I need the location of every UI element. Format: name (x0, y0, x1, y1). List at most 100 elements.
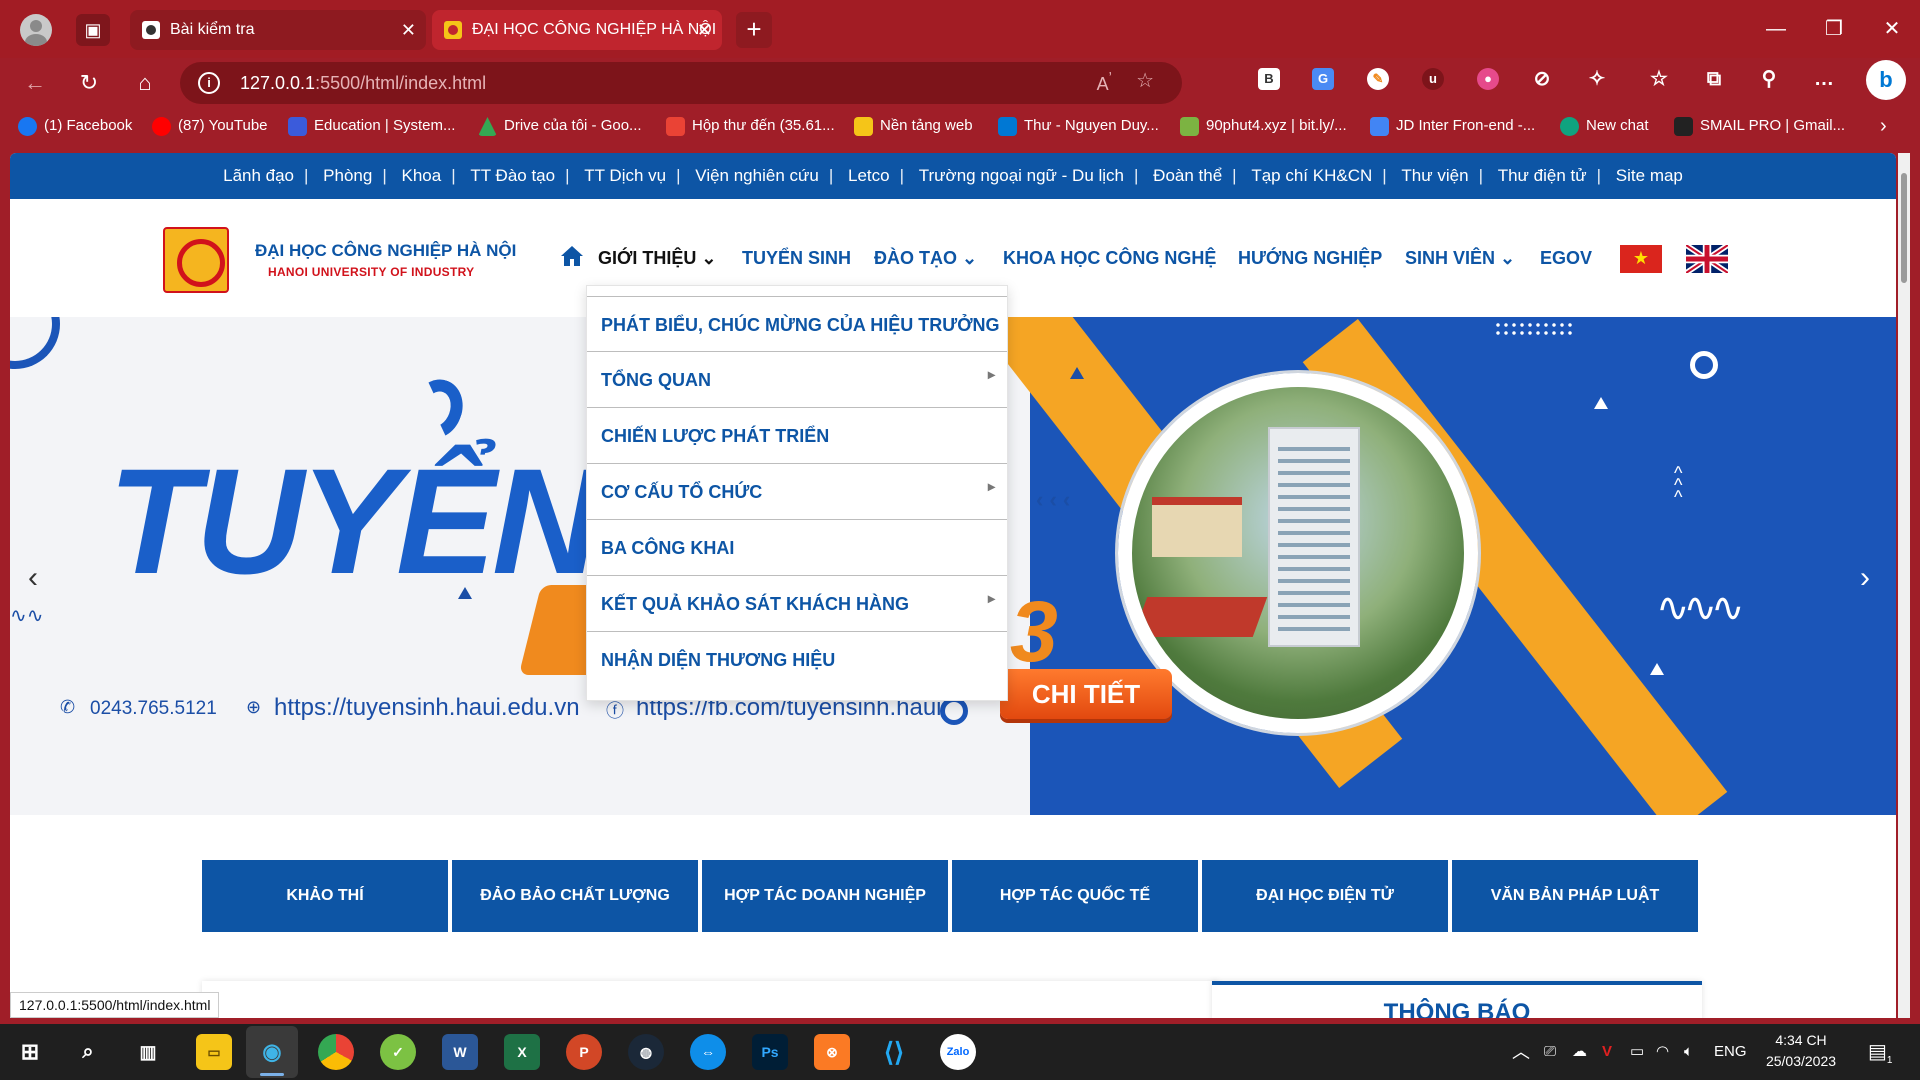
profile-avatar[interactable] (20, 14, 52, 46)
nav-huong-nghiep[interactable]: HƯỚNG NGHIỆP (1238, 199, 1382, 317)
dropdown-item[interactable]: CHIẾN LƯỢC PHÁT TRIỂN (587, 408, 1007, 464)
uk-flag-icon[interactable] (1686, 245, 1728, 273)
top-link[interactable]: Thư viện (1391, 166, 1478, 185)
zalo-icon[interactable]: Zalo (940, 1034, 976, 1070)
page-scrollbar[interactable] (1898, 153, 1910, 1018)
top-link[interactable]: Phòng (313, 166, 382, 185)
bookmark-education[interactable]: Education | System... (288, 108, 455, 144)
extensions-icon[interactable]: ✧ (1586, 68, 1608, 90)
nav-egov[interactable]: EGOV (1540, 199, 1592, 317)
bookmark-smail[interactable]: SMAIL PRO | Gmail... (1674, 108, 1845, 144)
xampp-icon[interactable]: ⊗ (814, 1034, 850, 1070)
quick-link-van-ban-phap-luat[interactable]: VĂN BẢN PHÁP LUẬT (1452, 860, 1698, 932)
back-icon[interactable]: ← (18, 66, 52, 100)
tab-actions-icon[interactable]: ▣ (76, 14, 110, 46)
quick-link-hop-tac-doanh-nghiep[interactable]: HỢP TÁC DOANH NGHIỆP (702, 860, 948, 932)
top-link[interactable]: Thư điện tử (1488, 166, 1597, 185)
word-icon[interactable]: W (442, 1034, 478, 1070)
edge-dev-icon[interactable]: ◉ (254, 1034, 290, 1070)
top-link[interactable]: Viện nghiên cứu (685, 166, 829, 185)
dropdown-item[interactable]: PHÁT BIỂU, CHÚC MỪNG CỦA HIỆU TRƯỞNG (587, 296, 1007, 352)
dropdown-item[interactable]: NHẬN DIỆN THƯƠNG HIỆU (587, 632, 1007, 688)
dropdown-item[interactable]: TỔNG QUAN ▸ (587, 352, 1007, 408)
system-clock[interactable]: 4:34 CH 25/03/2023 (1756, 1030, 1846, 1072)
quick-link-dai-hoc-dien-tu[interactable]: ĐẠI HỌC ĐIỆN TỬ (1202, 860, 1448, 932)
dropdown-item[interactable]: KẾT QUẢ KHẢO SÁT KHÁCH HÀNG ▸ (587, 576, 1007, 632)
home-nav-icon[interactable] (560, 245, 584, 267)
coccoc-icon[interactable]: ✓ (380, 1034, 416, 1070)
search-icon[interactable]: ⌕ (70, 1034, 106, 1070)
bookmark-youtube[interactable]: (87) YouTube (152, 108, 268, 144)
refresh-icon[interactable]: ↻ (72, 66, 106, 100)
top-link[interactable]: Letco (838, 166, 900, 185)
bookmark-90phut[interactable]: 90phut4.xyz | bit.ly/... (1180, 108, 1347, 144)
bookmark-new-chat[interactable]: New chat (1560, 108, 1649, 144)
restore-icon[interactable]: ❐ (1814, 12, 1854, 46)
dropdown-item[interactable]: CƠ CẤU TỔ CHỨC ▸ (587, 464, 1007, 520)
excel-icon[interactable]: X (504, 1034, 540, 1070)
top-link[interactable]: Lãnh đạo (213, 166, 304, 185)
chrome-icon[interactable] (318, 1034, 354, 1070)
bing-chat-icon[interactable]: b (1866, 60, 1906, 100)
ublock-icon[interactable]: u (1422, 68, 1444, 90)
scrollbar-thumb[interactable] (1901, 173, 1907, 283)
quick-link-dam-bao-chat-luong[interactable]: ĐẢO BẢO CHẤT LƯỢNG (452, 860, 698, 932)
tab-bai-kiem-tra[interactable]: Bài kiểm tra ✕ (130, 10, 426, 50)
battery-icon[interactable]: ▭ (1630, 1024, 1644, 1080)
new-tab-button[interactable]: + (736, 12, 772, 48)
top-link[interactable]: Đoàn thể (1143, 166, 1232, 185)
bookmark-drive[interactable]: Drive của tôi - Goo... (478, 108, 642, 144)
performance-icon[interactable]: ⚲ (1758, 68, 1780, 90)
collections-icon[interactable]: ⧉ (1703, 68, 1725, 90)
windows-start-icon[interactable]: ⊞ (12, 1034, 48, 1070)
bookmarks-more-icon[interactable]: › (1874, 108, 1887, 144)
wifi-icon[interactable]: ◠ (1656, 1024, 1669, 1080)
add-favorite-icon[interactable]: ☆ (1136, 68, 1154, 93)
compass-icon[interactable]: ⊘ (1531, 68, 1553, 90)
color-wheel-icon[interactable]: ● (1477, 68, 1499, 90)
bookmark-gmail[interactable]: Hộp thư đến (35.61... (666, 108, 835, 144)
more-menu-icon[interactable]: … (1813, 68, 1835, 90)
vietnam-flag-icon[interactable] (1620, 245, 1662, 273)
close-window-icon[interactable]: ✕ (1872, 12, 1912, 46)
tray-v-icon[interactable]: V (1602, 1024, 1612, 1080)
quick-link-hop-tac-quoc-te[interactable]: HỢP TÁC QUỐC TẾ (952, 860, 1198, 932)
favorites-icon[interactable]: ☆ (1648, 68, 1670, 90)
vscode-icon[interactable]: ⟨⟩ (876, 1034, 912, 1070)
color-picker-icon[interactable]: ✎ (1367, 68, 1389, 90)
read-aloud-icon[interactable]: Aʼ (1097, 70, 1112, 95)
top-link[interactable]: Tạp chí KH&CN (1241, 166, 1382, 185)
file-explorer-icon[interactable]: ▭ (196, 1034, 232, 1070)
brand-name[interactable]: ĐẠI HỌC CÔNG NGHIỆP HÀ NỘI (255, 241, 516, 261)
nav-sinh-vien[interactable]: SINH VIÊN ⌄ (1405, 199, 1515, 317)
tab-haui[interactable]: ĐẠI HỌC CÔNG NGHIỆP HÀ NỘI ✕ (432, 10, 722, 50)
tab-close-icon[interactable]: ✕ (401, 10, 416, 50)
bookmark-facebook[interactable]: (1) Facebook (18, 108, 132, 144)
minimize-icon[interactable]: — (1756, 12, 1796, 46)
task-view-icon[interactable]: ▥ (130, 1034, 166, 1070)
nav-khoa-hoc-cong-nghe[interactable]: KHOA HỌC CÔNG NGHỆ (1003, 199, 1216, 317)
tab-close-icon[interactable]: ✕ (697, 10, 712, 50)
notifications-icon[interactable]: ▤1 (1868, 1024, 1892, 1080)
haui-logo[interactable] (163, 227, 229, 293)
carousel-prev-icon[interactable]: ‹ (28, 561, 38, 595)
steam-icon[interactable]: ◍ (628, 1034, 664, 1070)
bookmark-outlook[interactable]: Thư - Nguyen Duy... (998, 108, 1159, 144)
top-link[interactable]: Site map (1606, 166, 1693, 185)
top-link[interactable]: TT Đào tạo (460, 166, 565, 185)
address-bar[interactable]: i 127.0.0.1:5500/html/index.html Aʼ ☆ (180, 62, 1182, 104)
extension-b-icon[interactable]: B (1258, 68, 1280, 90)
teamviewer-icon[interactable]: ⇔ (690, 1034, 726, 1070)
tray-meet-icon[interactable]: ⎚ (1544, 1024, 1556, 1080)
tray-expand-icon[interactable]: ︿ (1512, 1024, 1530, 1080)
top-link[interactable]: Khoa (392, 166, 452, 185)
home-icon[interactable]: ⌂ (128, 66, 162, 100)
photoshop-icon[interactable]: Ps (752, 1034, 788, 1070)
onedrive-icon[interactable]: ☁ (1572, 1024, 1587, 1080)
volume-icon[interactable]: 🔈︎ (1684, 1024, 1693, 1080)
chi-tiet-button[interactable]: CHI TIẾT (1000, 669, 1172, 719)
carousel-next-icon[interactable]: › (1860, 561, 1870, 595)
site-info-icon[interactable]: i (198, 72, 220, 94)
top-link[interactable]: Trường ngoại ngữ - Du lịch (909, 166, 1134, 185)
top-link[interactable]: TT Dịch vụ (574, 166, 676, 185)
